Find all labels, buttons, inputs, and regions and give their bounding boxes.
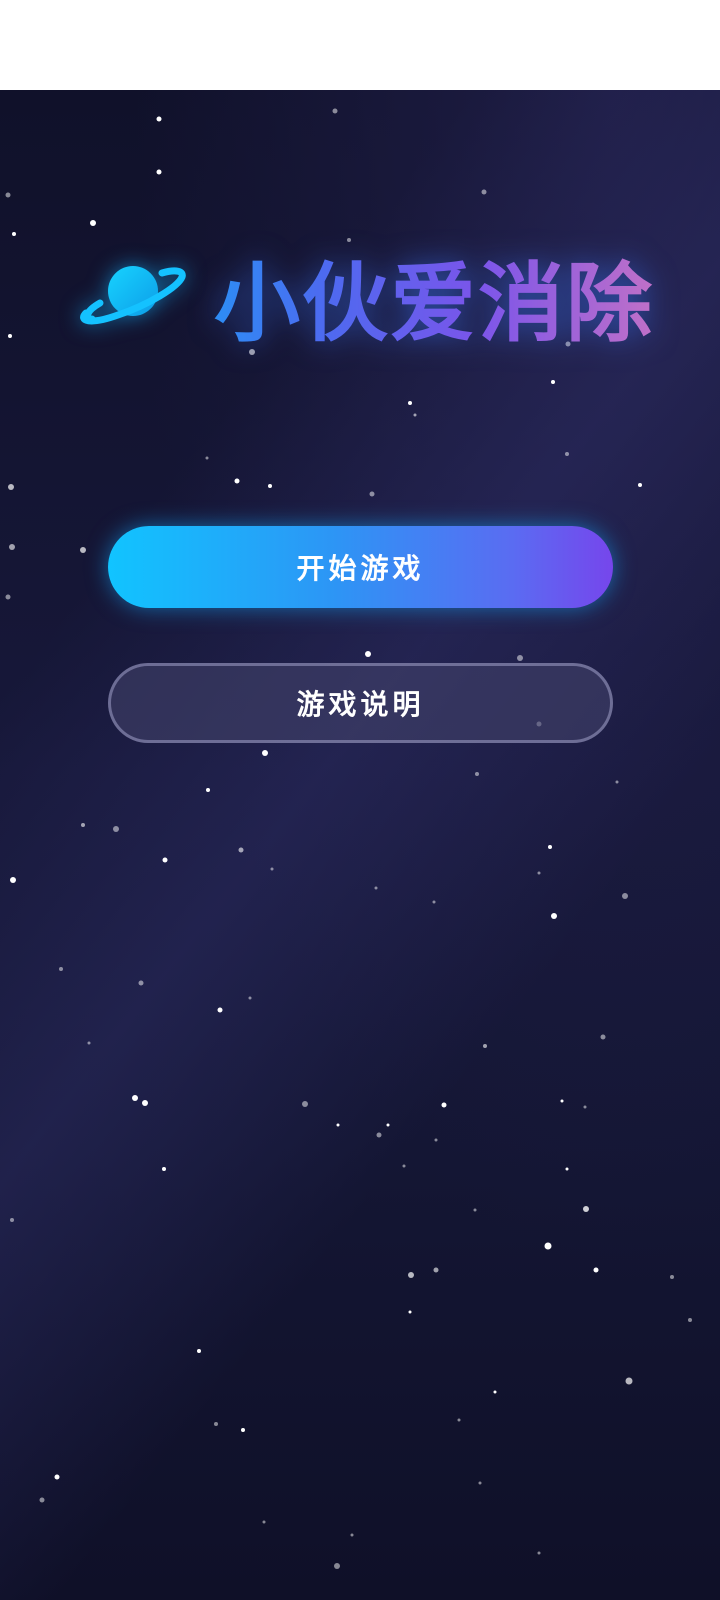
start-game-label: 开始游戏: [296, 552, 425, 585]
game-title: 小伙爱消除: [214, 233, 654, 358]
game-instructions-button[interactable]: 游戏说明: [108, 663, 613, 743]
title-row: 小伙爱消除: [78, 240, 658, 354]
start-game-button[interactable]: 开始游戏: [108, 526, 613, 608]
game-instructions-label: 游戏说明: [296, 688, 425, 721]
status-area: [0, 0, 720, 90]
planet-icon: [80, 266, 186, 325]
game-screen: 小伙爱消除 开始游戏 游戏说明: [0, 90, 720, 1600]
